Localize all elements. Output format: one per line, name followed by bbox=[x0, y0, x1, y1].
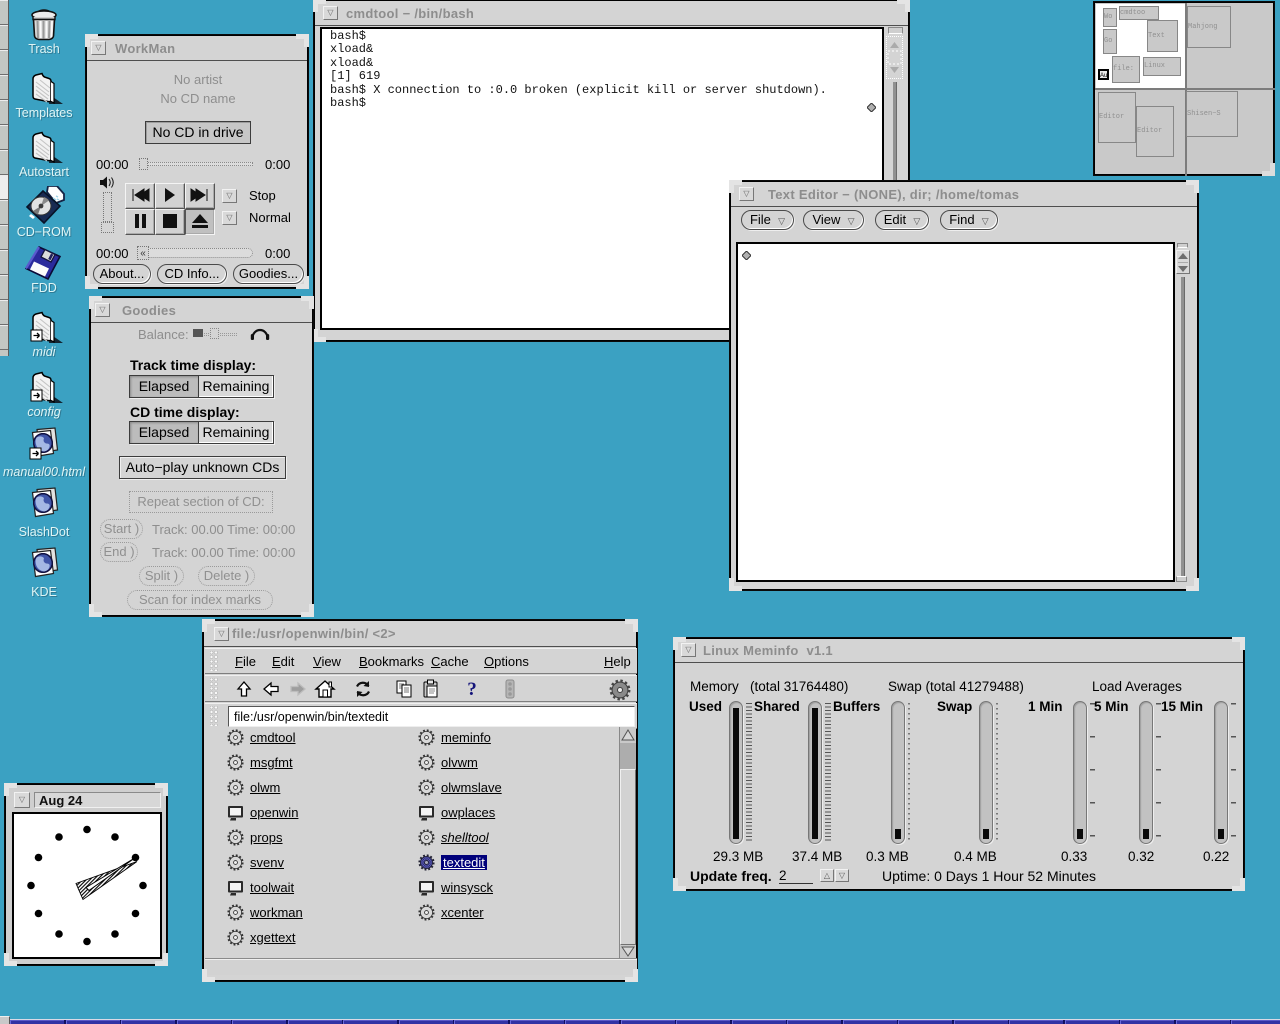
svg-text:?: ? bbox=[467, 679, 477, 699]
